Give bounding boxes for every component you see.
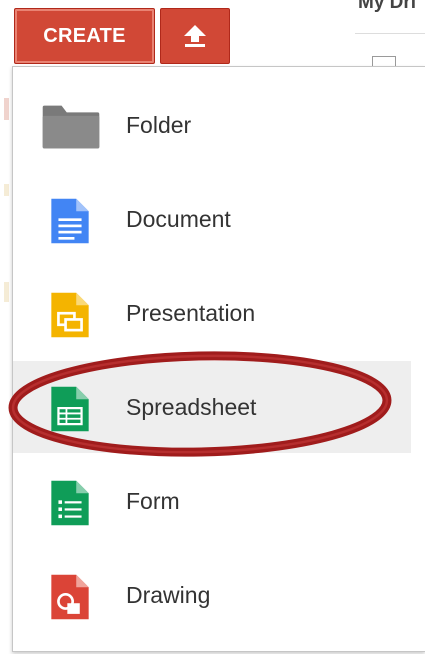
create-dropdown-menu: Folder Document Presentation Spreadsheet… xyxy=(12,66,425,652)
create-button[interactable]: CREATE xyxy=(14,8,155,64)
menu-item-folder[interactable]: Folder xyxy=(13,79,411,171)
form-icon xyxy=(51,480,89,526)
menu-item-spreadsheet[interactable]: Spreadsheet xyxy=(13,361,411,453)
menu-item-label: Presentation xyxy=(126,300,256,326)
menu-item-label: Folder xyxy=(126,112,192,138)
menu-item-label: Document xyxy=(126,206,231,232)
menu-item-label: Form xyxy=(126,488,180,514)
upload-button[interactable] xyxy=(160,8,230,64)
document-icon xyxy=(51,198,89,244)
toolbar: CREATE My Dri xyxy=(0,0,425,76)
menu-item-form[interactable]: Form xyxy=(13,455,411,547)
menu-item-label: Spreadsheet xyxy=(126,394,257,420)
menu-item-drawing[interactable]: Drawing xyxy=(13,549,411,641)
upload-arrow-icon xyxy=(184,25,206,47)
menu-item-presentation[interactable]: Presentation xyxy=(13,267,411,359)
menu-item-document[interactable]: Document xyxy=(13,173,411,265)
background-fragment xyxy=(4,98,9,120)
divider xyxy=(355,33,425,34)
background-fragment xyxy=(4,184,9,196)
drawing-icon xyxy=(51,574,89,620)
background-fragment xyxy=(4,282,9,302)
menu-item-label: Drawing xyxy=(126,582,211,608)
my-drive-heading[interactable]: My Dri xyxy=(358,0,416,14)
folder-icon xyxy=(42,105,100,149)
spreadsheet-icon xyxy=(51,386,89,432)
presentation-icon xyxy=(51,292,89,338)
